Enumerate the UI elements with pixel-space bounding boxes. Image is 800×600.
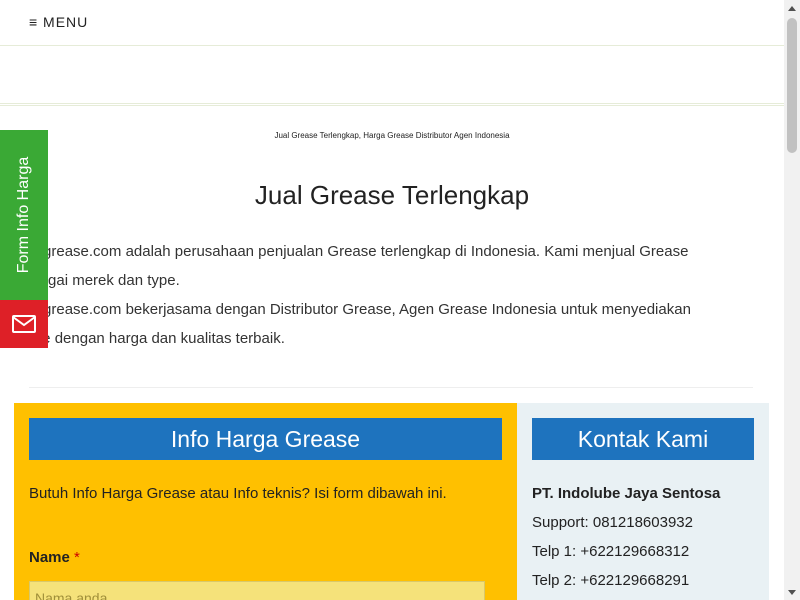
- intro-paragraph: ndogrease.com adalah perusahaan penjuala…: [18, 237, 758, 295]
- page-title: Jual Grease Terlengkap: [254, 180, 530, 210]
- envelope-icon: [12, 315, 36, 333]
- side-tab-label: Form Info Harga: [15, 156, 32, 274]
- header-area: [0, 46, 784, 106]
- required-mark: *: [74, 549, 80, 566]
- name-input[interactable]: [29, 581, 485, 600]
- name-field-label: Name *: [29, 549, 80, 566]
- partner-paragraph-line: ease dengan harga dan kualitas terbaik.: [18, 330, 285, 347]
- side-tab-form-info-harga[interactable]: Form Info Harga: [0, 130, 48, 300]
- content-divider: [29, 387, 753, 388]
- partner-paragraph: ndogrease.com bekerjasama dengan Distrib…: [18, 295, 758, 353]
- scroll-down-arrow-icon[interactable]: [784, 584, 800, 600]
- breadcrumb: Jual Grease Terlengkap, Harga Grease Dis…: [274, 131, 510, 140]
- contact-heading: Kontak Kami: [532, 418, 754, 460]
- form-heading: Info Harga Grease: [29, 418, 502, 460]
- form-description: Butuh Info Harga Grease atau Info teknis…: [29, 485, 447, 502]
- intro-paragraph-line: erbagai merek dan type.: [18, 272, 180, 289]
- scrollbar[interactable]: [784, 0, 800, 600]
- partner-paragraph-line: ndogrease.com bekerjasama dengan Distrib…: [18, 301, 691, 318]
- name-label-text: Name: [29, 549, 70, 566]
- contact-phone-1: Telp 1: +622129668312: [532, 543, 690, 560]
- price-info-form-panel: Info Harga Grease Butuh Info Harga Greas…: [14, 403, 517, 600]
- intro-paragraph-line: ndogrease.com adalah perusahaan penjuala…: [18, 243, 689, 260]
- scroll-up-arrow-icon[interactable]: [784, 0, 800, 16]
- menu-button[interactable]: ≡ MENU: [29, 14, 88, 30]
- contact-panel: Kontak Kami PT. Indolube Jaya Sentosa Su…: [517, 403, 769, 600]
- contact-company-name: PT. Indolube Jaya Sentosa: [532, 485, 721, 502]
- contact-phone-2: Telp 2: +622129668291: [532, 572, 690, 589]
- top-navigation-bar: ≡ MENU: [0, 0, 784, 46]
- contact-support-phone: Support: 081218603932: [532, 514, 693, 531]
- side-mail-button[interactable]: [0, 300, 48, 348]
- scrollbar-thumb[interactable]: [787, 18, 797, 153]
